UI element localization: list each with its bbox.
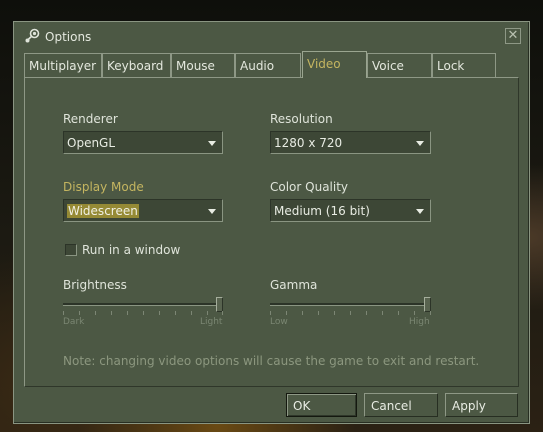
tab-lock[interactable]: Lock	[432, 53, 496, 77]
color-quality-label: Color Quality	[270, 180, 349, 194]
tick	[63, 311, 64, 315]
gamma-min-label: Low	[270, 317, 288, 327]
window-title: Options	[45, 30, 92, 44]
tick	[366, 311, 367, 315]
tick	[207, 311, 208, 315]
tick	[79, 311, 80, 315]
ok-button[interactable]: OK	[286, 393, 357, 417]
tick	[127, 311, 128, 315]
tick	[222, 311, 223, 315]
tick	[175, 311, 176, 315]
video-settings-panel: Renderer OpenGL Resolution 1280 x 720 Di…	[24, 77, 519, 387]
resolution-label: Resolution	[270, 112, 333, 126]
apply-button[interactable]: Apply	[445, 393, 518, 417]
title-bar[interactable]: Options ✕	[14, 22, 529, 52]
tick	[382, 311, 383, 315]
gamma-slider[interactable]	[270, 296, 431, 320]
brightness-track	[63, 303, 223, 306]
tick	[159, 311, 160, 315]
gamma-thumb[interactable]	[424, 297, 431, 312]
tick	[398, 311, 399, 315]
tab-keyboard[interactable]: Keyboard	[102, 53, 171, 77]
close-button[interactable]: ✕	[505, 28, 521, 44]
tick	[286, 311, 287, 315]
brightness-thumb[interactable]	[216, 297, 223, 312]
brightness-min-label: Dark	[63, 317, 85, 327]
tick	[414, 311, 415, 315]
close-icon: ✕	[507, 28, 519, 43]
tab-mouse[interactable]: Mouse	[171, 53, 235, 77]
tab-voice[interactable]: Voice	[367, 53, 432, 77]
tab-video[interactable]: Video	[302, 51, 367, 78]
tick	[334, 311, 335, 315]
brightness-max-label: Light	[200, 317, 223, 327]
resolution-dropdown[interactable]: 1280 x 720	[270, 131, 431, 154]
tick	[191, 311, 192, 315]
steam-icon	[25, 28, 40, 43]
renderer-dropdown[interactable]: OpenGL	[63, 131, 223, 154]
tick	[350, 311, 351, 315]
renderer-label: Renderer	[63, 112, 118, 126]
chevron-down-icon	[208, 141, 216, 146]
tick	[430, 311, 431, 315]
restart-note: Note: changing video options will cause …	[63, 354, 480, 368]
brightness-slider[interactable]	[63, 296, 223, 320]
renderer-value: OpenGL	[67, 136, 116, 150]
tab-multiplayer[interactable]: Multiplayer	[24, 53, 102, 77]
tick	[302, 311, 303, 315]
run-in-window-checkbox[interactable]	[65, 244, 77, 256]
tick	[318, 311, 319, 315]
chevron-down-icon	[208, 209, 216, 214]
color-quality-dropdown[interactable]: Medium (16 bit)	[270, 199, 431, 222]
gamma-label: Gamma	[270, 278, 318, 292]
cancel-button[interactable]: Cancel	[364, 393, 438, 417]
tab-audio[interactable]: Audio	[235, 53, 301, 77]
color-quality-value: Medium (16 bit)	[274, 204, 370, 218]
options-dialog: Options ✕ Multiplayer Keyboard Mouse Aud…	[13, 21, 530, 424]
brightness-label: Brightness	[63, 278, 127, 292]
display-mode-dropdown[interactable]: Widescreen	[63, 199, 223, 222]
gamma-max-label: High	[409, 317, 430, 327]
display-mode-value: Widescreen	[67, 204, 139, 218]
resolution-value: 1280 x 720	[274, 136, 343, 150]
tick	[111, 311, 112, 315]
display-mode-label: Display Mode	[63, 180, 144, 194]
tick	[95, 311, 96, 315]
gamma-track	[270, 303, 431, 306]
chevron-down-icon	[416, 141, 424, 146]
chevron-down-icon	[416, 209, 424, 214]
run-in-window-label: Run in a window	[82, 243, 181, 257]
tick	[270, 311, 271, 315]
tick	[143, 311, 144, 315]
